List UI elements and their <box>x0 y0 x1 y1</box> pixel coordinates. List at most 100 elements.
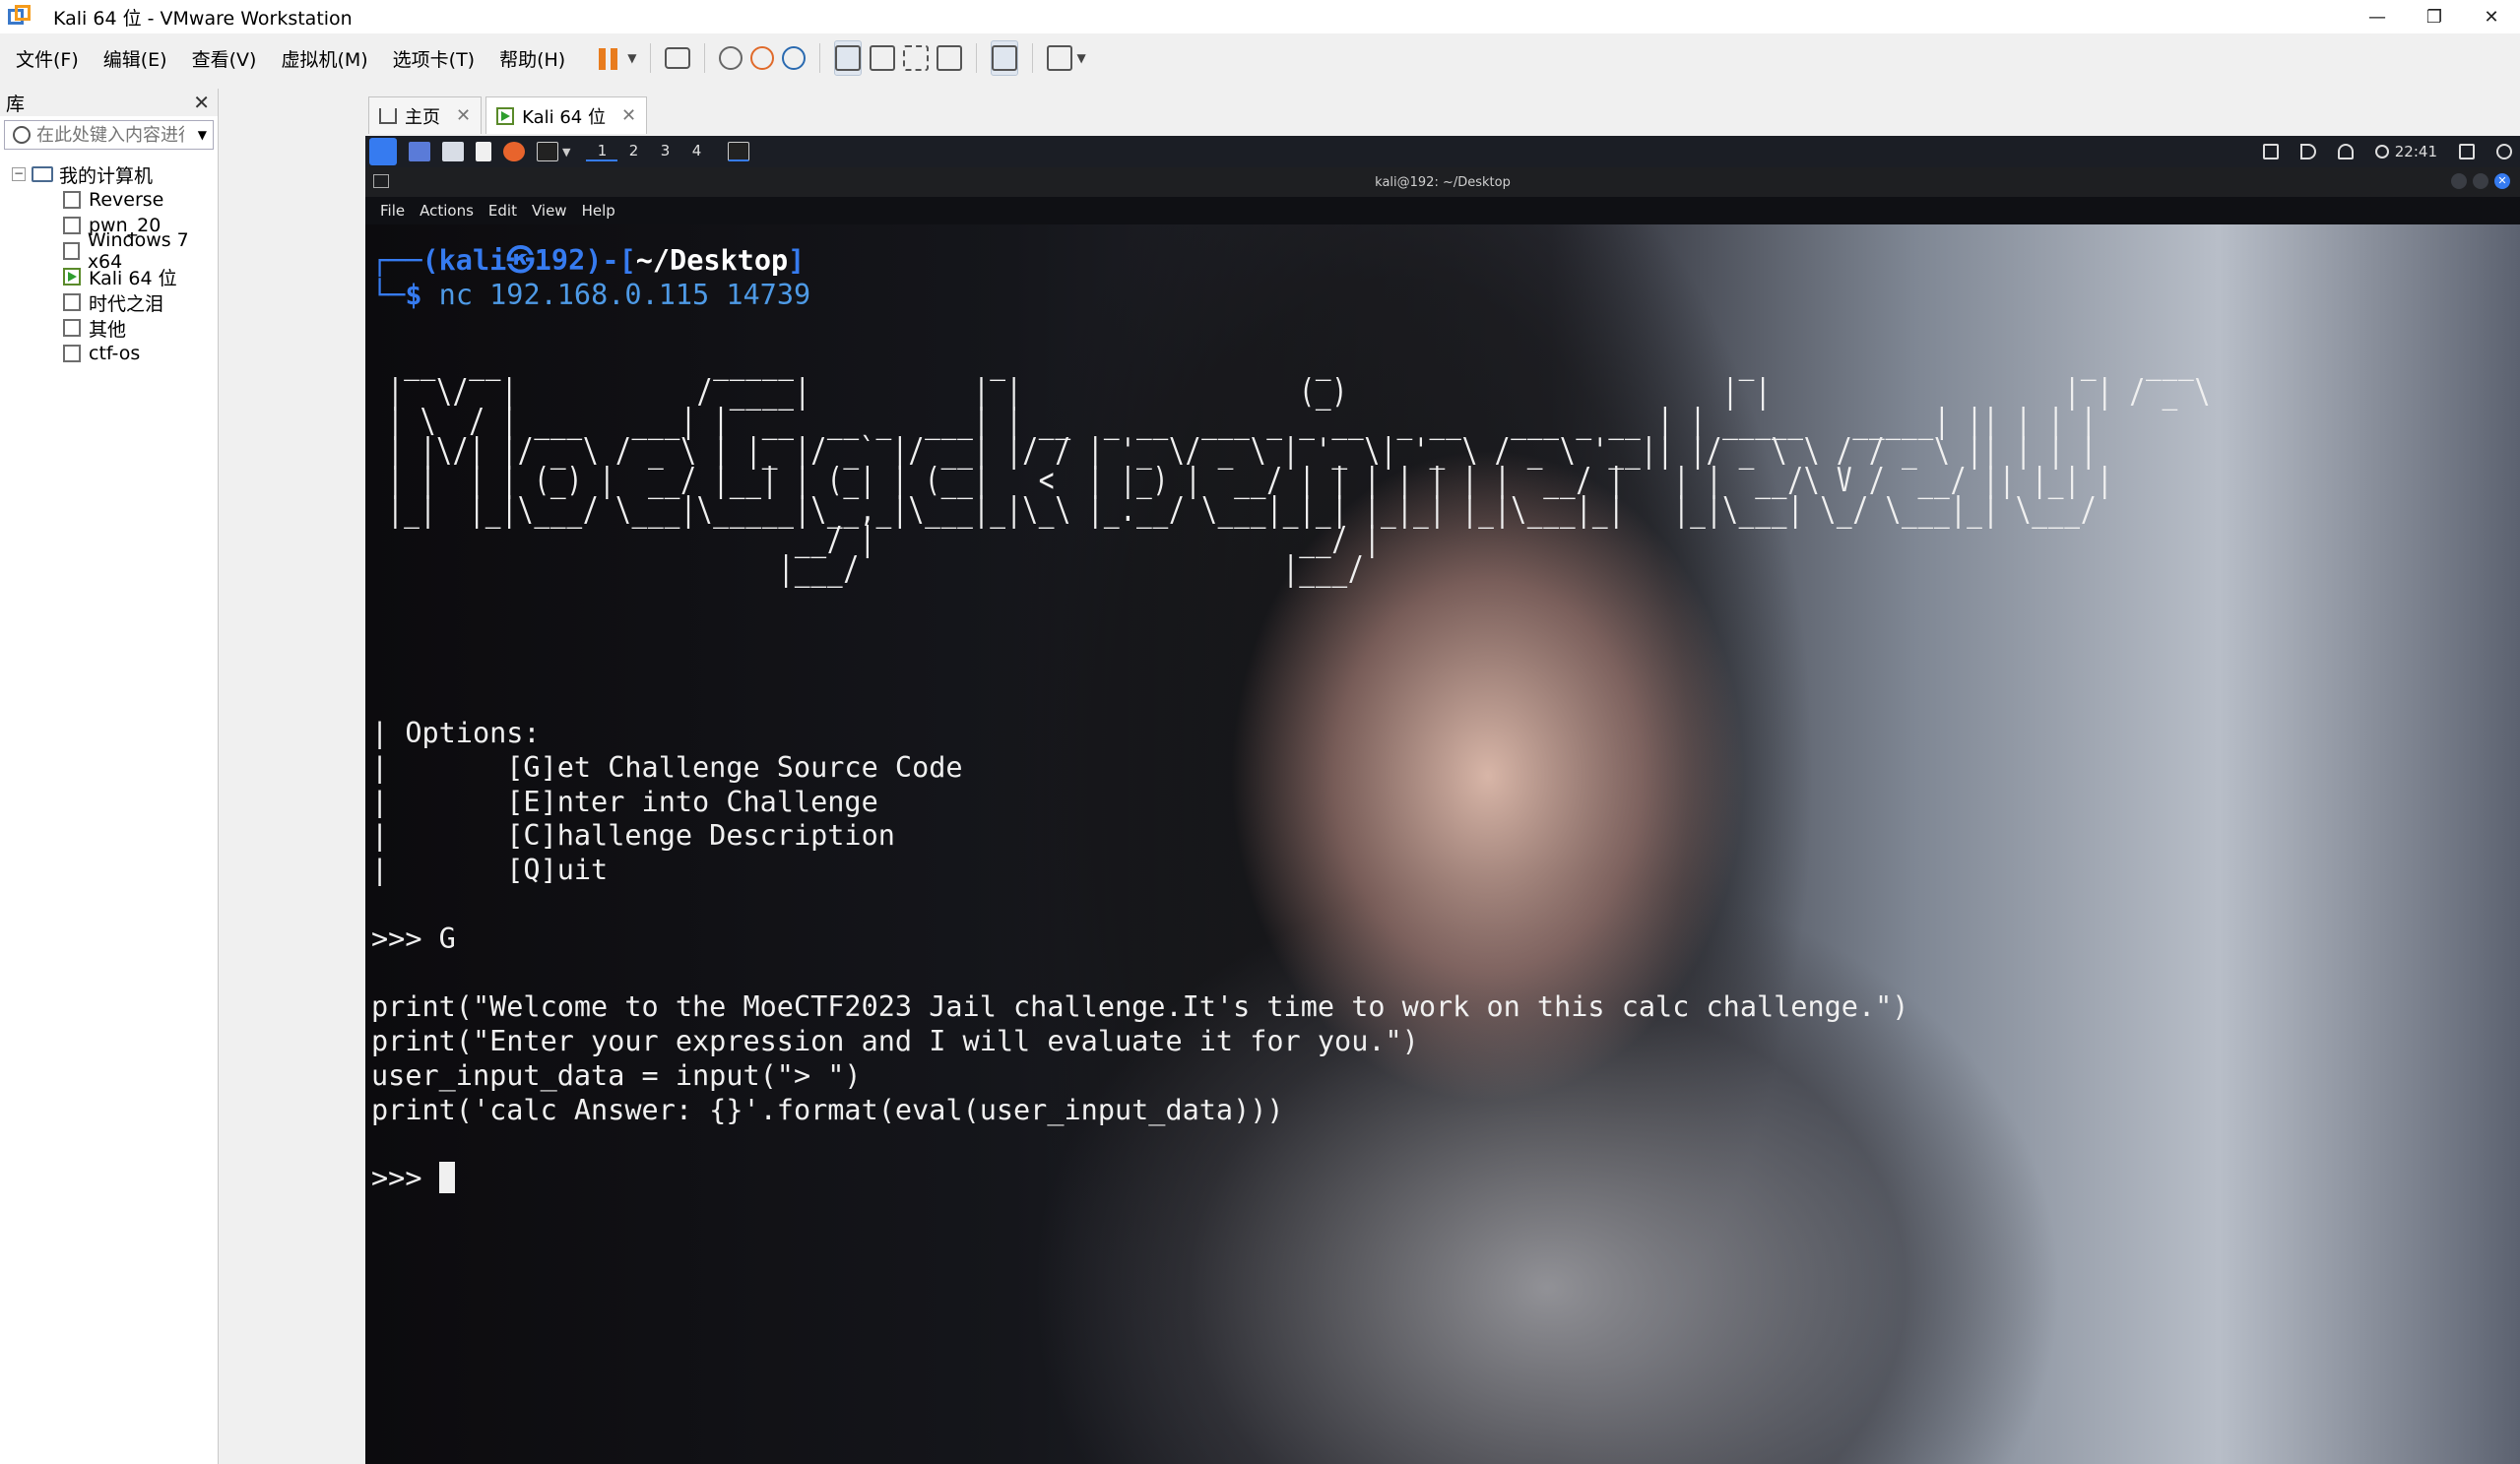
tab-label: Kali 64 位 <box>522 106 606 128</box>
tree-item-vm[interactable]: Reverse <box>0 187 218 213</box>
revert-snapshot-button[interactable] <box>750 40 775 76</box>
workspace-2[interactable]: 2 <box>617 142 649 161</box>
library-search[interactable]: ▼ <box>4 120 214 150</box>
vm-running-icon <box>63 268 81 286</box>
firefox-icon[interactable] <box>503 142 525 161</box>
tree-item-label: 其他 <box>89 318 127 341</box>
lock-icon[interactable] <box>2459 144 2475 159</box>
desktop-icon[interactable] <box>409 142 430 161</box>
terminal-task-icon[interactable] <box>728 142 750 161</box>
terminal-menu-edit[interactable]: Edit <box>488 202 517 220</box>
display-icon[interactable] <box>2262 144 2279 159</box>
menu-tabs[interactable]: 选项卡(T) <box>384 45 484 72</box>
snapshot-button[interactable] <box>719 40 743 76</box>
fullscreen-icon <box>903 45 930 71</box>
options-line: | Options: <box>371 717 541 749</box>
final-prompt: >>> <box>371 1162 439 1195</box>
toolbar-divider <box>976 43 978 73</box>
thumbnail-bar-icon <box>870 45 896 71</box>
vm-console[interactable]: ▼ 1 2 3 4 22:41 kali@192: ~/Desktop ✕ Fi… <box>365 136 2520 1464</box>
workspace-1[interactable]: 1 <box>586 142 618 161</box>
menu-help[interactable]: 帮助(H) <box>490 45 574 72</box>
console-view-button[interactable] <box>991 40 1019 76</box>
source-line: print("Welcome to the MoeCTF2023 Jail ch… <box>371 990 1909 1024</box>
text-editor-icon[interactable] <box>476 142 491 161</box>
show-library-button[interactable] <box>834 40 863 76</box>
library-search-input[interactable] <box>36 124 184 146</box>
menu-edit[interactable]: 编辑(E) <box>95 45 176 72</box>
prompt-path: ~/Desktop <box>635 244 789 277</box>
power-icon[interactable] <box>2496 144 2512 159</box>
tree-item-vm[interactable]: 时代之泪 <box>0 289 218 315</box>
tree-item-vm[interactable]: Windows 7 x64 <box>0 229 218 273</box>
chevron-down-icon[interactable]: ▼ <box>627 51 636 65</box>
toolbar: ▼ ▼ <box>590 40 1089 76</box>
menu-file[interactable]: 文件(F) <box>7 45 88 72</box>
system-tray: 22:41 <box>2262 136 2512 167</box>
snapshot-manager-button[interactable] <box>782 40 807 76</box>
terminal-window-icon <box>373 174 389 188</box>
vm-icon <box>63 191 81 209</box>
search-icon <box>13 126 31 144</box>
stretch-button[interactable]: ▼ <box>1047 40 1086 76</box>
menu-view[interactable]: 查看(V) <box>183 45 266 72</box>
close-library-button[interactable]: ✕ <box>193 91 210 114</box>
terminal-output[interactable]: ┌──(kali㉿192)-[~/Desktop] └─$ nc 192.168… <box>365 224 2520 1464</box>
chevron-down-icon[interactable]: ▼ <box>198 128 207 142</box>
terminal-title: kali@192: ~/Desktop <box>1375 174 1511 190</box>
thumbnail-bar-button[interactable] <box>870 40 896 76</box>
terminal-menu-help[interactable]: Help <box>582 202 615 220</box>
tree-item-label: Kali 64 位 <box>89 267 177 289</box>
workspace-switcher: 1 2 3 4 <box>586 142 712 161</box>
tree-root-my-computer[interactable]: − 我的计算机 <box>0 161 218 187</box>
close-tab-button[interactable]: ✕ <box>621 105 636 126</box>
terminal-menu-view[interactable]: View <box>532 202 567 220</box>
send-ctrl-alt-del-button[interactable] <box>665 40 691 76</box>
maximize-button[interactable]: ❐ <box>2406 0 2463 33</box>
prompt-user: kali㉿192 <box>438 244 586 277</box>
tab-home[interactable]: 主页 ✕ <box>368 96 483 134</box>
terminal-window-controls: ✕ <box>2451 173 2510 189</box>
file-manager-icon[interactable] <box>442 142 464 161</box>
prompt-corner-bottom: └─ <box>371 278 406 311</box>
terminal-close-button[interactable]: ✕ <box>2494 173 2510 189</box>
revert-snapshot-icon <box>750 46 775 70</box>
tree-item-label: Reverse <box>89 189 164 211</box>
workspace-4[interactable]: 4 <box>680 142 712 161</box>
terminal-icon[interactable] <box>537 142 558 161</box>
tab-strip: 主页 ✕ Kali 64 位 ✕ <box>368 95 651 134</box>
chevron-down-icon[interactable]: ▼ <box>1076 51 1085 65</box>
vm-icon <box>63 242 80 260</box>
unity-button[interactable] <box>937 40 963 76</box>
window-title: Kali 64 位 - VMware Workstation <box>53 7 353 30</box>
kali-menu-icon[interactable] <box>369 138 397 165</box>
menu-vm[interactable]: 虚拟机(M) <box>272 45 376 72</box>
tab-kali[interactable]: Kali 64 位 ✕ <box>485 96 648 134</box>
tree-item-vm[interactable]: ctf-os <box>0 341 218 366</box>
minimize-button[interactable]: — <box>2349 0 2406 33</box>
toolbar-divider <box>1032 43 1034 73</box>
send-ctrl-alt-del-icon <box>665 47 691 69</box>
terminal-menu-file[interactable]: File <box>380 202 405 220</box>
collapse-icon[interactable]: − <box>12 167 26 181</box>
window-controls: — ❐ ✕ <box>2349 0 2520 33</box>
close-tab-button[interactable]: ✕ <box>456 105 471 126</box>
terminal-minimize-button[interactable] <box>2451 173 2467 189</box>
terminal-menu-actions[interactable]: Actions <box>420 202 474 220</box>
library-title: 库 <box>6 93 26 115</box>
volume-icon[interactable] <box>2299 144 2316 159</box>
pause-button[interactable]: ▼ <box>594 40 636 76</box>
chevron-down-icon[interactable]: ▼ <box>562 146 570 159</box>
vm-icon <box>63 293 81 311</box>
fullscreen-button[interactable] <box>903 40 930 76</box>
tree-root-label: 我的计算机 <box>59 164 154 187</box>
library-tree: − 我的计算机 Reverse pwn_20 Windows 7 x64 Kal… <box>0 161 218 366</box>
option-description: | [C]hallenge Description <box>371 819 895 853</box>
notification-bell-icon[interactable] <box>2337 144 2354 159</box>
tree-item-vm[interactable]: 其他 <box>0 315 218 341</box>
tree-item-label: 时代之泪 <box>89 292 164 315</box>
close-button[interactable]: ✕ <box>2463 0 2520 33</box>
toolbar-divider <box>819 43 821 73</box>
workspace-3[interactable]: 3 <box>649 142 680 161</box>
terminal-maximize-button[interactable] <box>2473 173 2488 189</box>
